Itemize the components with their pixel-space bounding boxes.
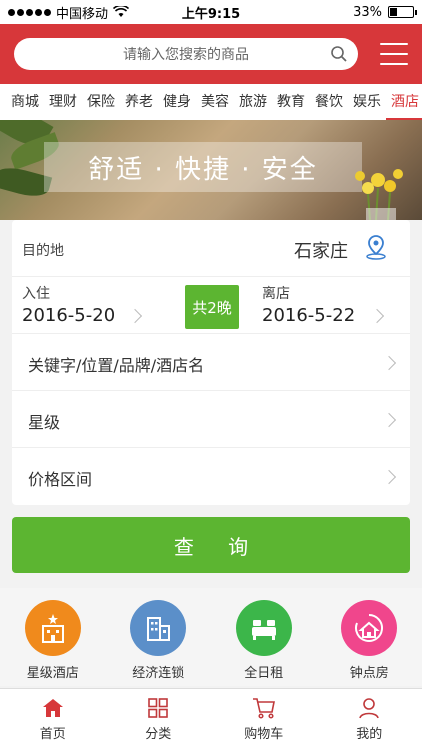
quick-categories: 星级酒店 经济连锁 全日租 钟点房 xyxy=(0,588,422,686)
tab-cart[interactable]: 购物车 xyxy=(211,689,317,750)
destination-label: 目的地 xyxy=(22,243,64,259)
category-nav: 商城 理财 保险 养老 健身 美容 旅游 教育 餐饮 娱乐 酒店 xyxy=(0,84,422,120)
price-label: 价格区间 xyxy=(28,470,93,489)
star-row[interactable]: 星级 xyxy=(12,391,410,448)
category-item[interactable]: 健身 xyxy=(158,84,196,120)
checkin-date: 2016-5-20 xyxy=(22,305,116,326)
chevron-right-icon xyxy=(381,469,397,485)
category-item[interactable]: 养老 xyxy=(120,84,158,120)
carrier-label: 中国移动 xyxy=(56,6,109,22)
quick-label: 全日租 xyxy=(244,666,284,681)
checkin-label: 入住 xyxy=(22,286,50,302)
battery-percent: 33% xyxy=(353,4,382,20)
chevron-right-icon xyxy=(381,412,397,428)
category-item[interactable]: 旅游 xyxy=(234,84,272,120)
search-input[interactable]: 请输入您搜索的商品 xyxy=(14,38,358,70)
quick-item-full-day[interactable]: 全日租 xyxy=(219,600,309,681)
home-icon xyxy=(42,699,63,717)
grid-icon xyxy=(148,698,169,718)
checkout-field[interactable]: 离店 2016-5-22 xyxy=(260,277,410,334)
quick-label: 星级酒店 xyxy=(26,666,79,681)
tab-category[interactable]: 分类 xyxy=(106,689,212,750)
quick-label: 经济连锁 xyxy=(132,666,185,681)
menu-icon[interactable] xyxy=(380,43,408,65)
checkin-field[interactable]: 入住 2016-5-20 xyxy=(12,277,162,334)
cart-icon xyxy=(252,698,275,719)
category-item[interactable]: 商城 xyxy=(6,84,44,120)
destination-value: 石家庄 xyxy=(294,241,348,262)
flowers-image xyxy=(355,169,403,220)
tab-label: 我的 xyxy=(356,727,383,742)
quick-item-star-hotel[interactable]: 星级酒店 xyxy=(8,600,98,681)
tab-label: 首页 xyxy=(39,727,66,742)
person-icon xyxy=(359,698,380,719)
category-item[interactable]: 理财 xyxy=(44,84,82,120)
search-icon[interactable] xyxy=(330,45,348,63)
tab-home[interactable]: 首页 xyxy=(0,689,106,750)
banner-title: 舒适 · 快捷 · 安全 xyxy=(44,142,362,192)
keyword-row[interactable]: 关键字/位置/品牌/酒店名 xyxy=(12,334,410,391)
category-item[interactable]: 教育 xyxy=(272,84,310,120)
category-item[interactable]: 保险 xyxy=(82,84,120,120)
category-item[interactable]: 美容 xyxy=(196,84,234,120)
checkout-date: 2016-5-22 xyxy=(262,305,356,326)
nights-badge: 共2晚 xyxy=(185,285,239,329)
category-item[interactable]: 餐饮 xyxy=(310,84,348,120)
search-placeholder: 请输入您搜索的商品 xyxy=(123,47,249,63)
hotel-building-icon xyxy=(24,600,81,656)
status-bar: 中国移动 上午9:15 33% xyxy=(0,0,422,24)
chevron-right-icon xyxy=(369,308,385,324)
quick-item-hourly[interactable]: 钟点房 xyxy=(324,600,414,681)
star-label: 星级 xyxy=(28,413,61,432)
hotel-banner: 舒适 · 快捷 · 安全 xyxy=(0,120,422,220)
bed-icon xyxy=(235,600,292,656)
tab-label: 购物车 xyxy=(244,727,284,742)
chain-building-icon xyxy=(130,600,187,656)
keyword-label: 关键字/位置/品牌/酒店名 xyxy=(28,356,205,375)
header: 请输入您搜索的商品 xyxy=(0,24,422,84)
chevron-right-icon xyxy=(127,308,143,324)
checkout-label: 离店 xyxy=(262,286,290,302)
signal-icon xyxy=(8,8,51,16)
booking-form: 目的地 石家庄 入住 2016-5-20 离店 2016-5-22 关键字/位置… xyxy=(12,220,410,505)
quick-label: 钟点房 xyxy=(349,666,389,681)
tab-profile[interactable]: 我的 xyxy=(317,689,422,750)
tab-label: 分类 xyxy=(145,727,172,742)
query-button[interactable]: 查 询 xyxy=(12,517,410,573)
status-left: 中国移动 xyxy=(8,3,158,22)
price-row[interactable]: 价格区间 xyxy=(12,448,410,505)
wifi-icon xyxy=(113,6,130,17)
category-item-active[interactable]: 酒店 xyxy=(386,84,422,120)
category-item[interactable]: 娱乐 xyxy=(348,84,386,120)
battery-icon xyxy=(388,6,417,18)
tab-bar: 首页 分类 购物车 我的 xyxy=(0,688,422,750)
clock-house-icon xyxy=(341,600,398,656)
destination-row[interactable]: 目的地 石家庄 xyxy=(12,220,410,277)
status-right: 33% xyxy=(264,4,417,20)
status-time: 上午9:15 xyxy=(181,6,241,22)
quick-item-chain[interactable]: 经济连锁 xyxy=(113,600,203,681)
chevron-right-icon xyxy=(381,355,397,371)
location-icon[interactable] xyxy=(364,234,388,260)
